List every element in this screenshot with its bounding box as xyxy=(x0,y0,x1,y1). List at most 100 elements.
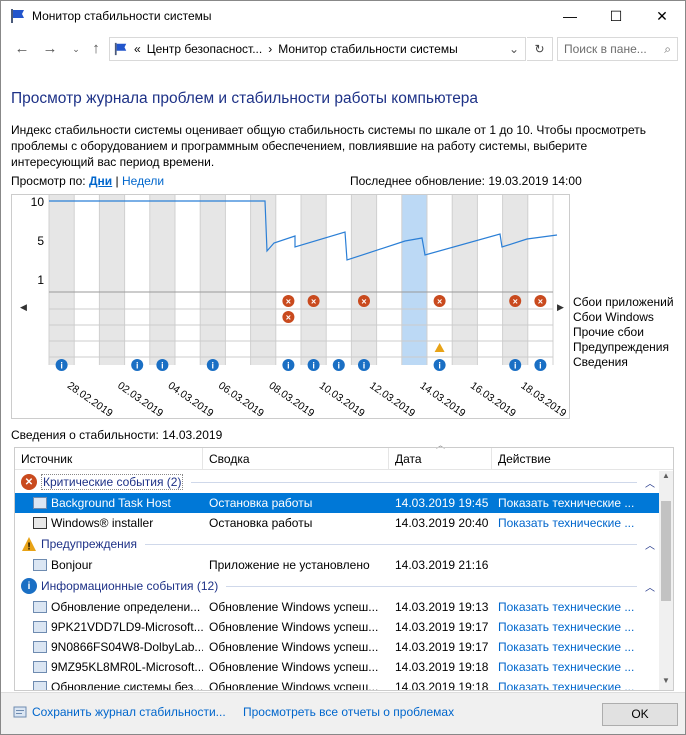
up-arrow-icon[interactable]: ↑ xyxy=(85,38,107,60)
chart-column xyxy=(225,195,251,365)
reliability-chart[interactable]: 10 5 1 × × × × × × × i i i i i i i i i i i 28.02.2019 02.03.20… xyxy=(11,194,570,420)
app-window-icon xyxy=(33,661,47,673)
column-action[interactable]: Действие xyxy=(492,448,673,470)
close-button[interactable]: ✕ xyxy=(639,1,685,31)
table-row[interactable]: Обновление системы без... Обновление Win… xyxy=(15,677,659,691)
app-window-icon xyxy=(33,681,47,690)
scroll-up-icon[interactable]: ▲ xyxy=(659,471,673,485)
row-summary: Остановка работы xyxy=(209,496,313,510)
critical-error-icon: ✕ xyxy=(21,474,37,490)
ok-button[interactable]: OK xyxy=(602,703,678,726)
scroll-thumb[interactable] xyxy=(661,501,671,601)
column-source[interactable]: Источник xyxy=(15,448,203,470)
minimize-button[interactable]: — xyxy=(547,1,593,31)
row-action-link[interactable]: Показать технические ... xyxy=(492,600,642,614)
chart-column xyxy=(376,195,402,365)
view-by-weeks-link[interactable]: Недели xyxy=(122,174,164,188)
group-warnings-label: Предупреждения xyxy=(41,537,137,551)
date-tick-label: 14.03.2019 xyxy=(418,380,468,418)
chart-svg[interactable]: 1051× × × × × ××i i i i i i i i i i i28.02.2019 02.03.20… xyxy=(12,195,569,420)
row-summary: Обновление Windows успеш... xyxy=(209,620,379,634)
row-summary: Остановка работы xyxy=(209,516,313,530)
breadcrumb-security-center[interactable]: Центр безопасност... xyxy=(147,42,263,56)
maximize-button[interactable]: ☐ xyxy=(593,1,639,31)
save-report-icon xyxy=(13,706,27,718)
group-warnings[interactable]: ! Предупреждения ︿ xyxy=(15,533,659,555)
app-window-icon xyxy=(33,601,47,613)
row-action-link[interactable]: Показать технические ... xyxy=(492,680,642,690)
scroll-down-icon[interactable]: ▼ xyxy=(659,676,673,690)
footer: Сохранить журнал стабильности... Просмот… xyxy=(1,692,685,734)
view-all-reports-link[interactable]: Просмотреть все отчеты о проблемах xyxy=(243,705,454,719)
date-tick-label: 02.03.2019 xyxy=(115,380,165,418)
title-bar: Монитор стабильности системы — ☐ ✕ xyxy=(1,1,685,32)
row-action-link[interactable]: Показать технические ... xyxy=(492,496,642,510)
save-history-link[interactable]: Сохранить журнал стабильности... xyxy=(32,705,226,719)
date-tick-label: 04.03.2019 xyxy=(166,380,216,418)
chart-column xyxy=(427,195,453,365)
error-icon-glyph: × xyxy=(513,297,518,307)
row-action-link[interactable]: Показать технические ... xyxy=(492,640,642,654)
table-row[interactable]: Обновление определени... Обновление Wind… xyxy=(15,597,659,617)
row-summary: Приложение не установлено xyxy=(209,558,370,572)
app-window-icon xyxy=(33,621,47,633)
app-window-icon xyxy=(33,559,47,571)
address-dropdown-icon[interactable]: ⌄ xyxy=(509,42,519,56)
address-bar[interactable]: « Центр безопасност... › Монитор стабиль… xyxy=(109,37,526,61)
date-tick-label: 16.03.2019 xyxy=(468,380,518,418)
info-icon-glyph: i xyxy=(514,361,517,371)
page-description: Индекс стабильности системы оценивает об… xyxy=(11,123,646,169)
window-title: Монитор стабильности системы xyxy=(32,9,212,23)
info-icon-glyph: i xyxy=(539,361,542,371)
row-action-link[interactable]: Показать технические ... xyxy=(492,516,642,530)
refresh-icon[interactable]: ↻ xyxy=(527,37,553,61)
breadcrumb-stability-monitor[interactable]: Монитор стабильности системы xyxy=(278,42,458,56)
collapse-chevron-icon[interactable]: ︿ xyxy=(645,537,655,552)
group-critical[interactable]: ✕ Критические события (2) ︿ xyxy=(15,471,659,493)
info-icon-glyph: i xyxy=(60,361,63,371)
collapse-chevron-icon[interactable]: ︿ xyxy=(645,475,655,490)
search-input[interactable]: Поиск в пане... ⌕ xyxy=(557,37,678,61)
table-row[interactable]: Windows® installer Остановка работы 14.0… xyxy=(15,513,659,533)
legend-app-failures: Сбои приложений xyxy=(573,295,674,309)
warning-icon: ! xyxy=(21,536,37,553)
row-date: 14.03.2019 21:16 xyxy=(395,558,489,572)
breadcrumb-chevron-icon[interactable]: › xyxy=(268,42,272,56)
vertical-scrollbar[interactable]: ▲ ▼ xyxy=(659,471,673,690)
date-tick-label: 06.03.2019 xyxy=(216,380,266,418)
details-table: Источник Сводка Дата Действие ✕ Критичес… xyxy=(14,447,674,691)
date-tick-label: 10.03.2019 xyxy=(317,380,367,418)
table-row[interactable]: 9MZ95KL8MR0L-Microsoft... Обновление Win… xyxy=(15,657,659,677)
row-source: Windows® installer xyxy=(51,516,154,530)
chart-column xyxy=(149,195,175,365)
row-date: 14.03.2019 19:45 xyxy=(395,496,489,510)
collapse-chevron-icon[interactable]: ︿ xyxy=(645,579,655,594)
column-summary[interactable]: Сводка xyxy=(203,448,389,470)
row-date: 14.03.2019 19:18 xyxy=(395,660,489,674)
row-source: Bonjour xyxy=(51,558,93,572)
chart-column xyxy=(99,195,125,365)
error-icon-glyph: × xyxy=(361,297,366,307)
info-icon-glyph: i xyxy=(338,361,341,371)
back-arrow-icon[interactable]: ← xyxy=(11,38,33,60)
error-icon-glyph: × xyxy=(311,297,316,307)
row-action-link[interactable]: Показать технические ... xyxy=(492,660,642,674)
table-row[interactable]: 9PK21VDD7LD9-Microsoft... Обновление Win… xyxy=(15,617,659,637)
row-date: 14.03.2019 20:40 xyxy=(395,516,489,530)
table-row[interactable]: 9N0866FS04W8-DolbyLab... Обновление Wind… xyxy=(15,637,659,657)
forward-arrow-icon[interactable]: → xyxy=(39,38,61,60)
table-row[interactable]: Bonjour Приложение не установлено 14.03.… xyxy=(15,555,659,575)
column-date[interactable]: Дата xyxy=(389,448,492,470)
y-tick-label: 5 xyxy=(37,234,44,248)
chart-column xyxy=(527,195,553,365)
navigation-bar: ← → ⌄ ↑ « Центр безопасност... › Монитор… xyxy=(1,32,685,66)
table-row[interactable]: Background Task Host Остановка работы 14… xyxy=(15,493,659,513)
row-action-link[interactable]: Показать технические ... xyxy=(492,620,642,634)
stability-monitor-window: Монитор стабильности системы — ☐ ✕ ← → ⌄… xyxy=(0,0,686,735)
group-info[interactable]: i Информационные события (12) ︿ xyxy=(15,575,659,597)
group-info-label: Информационные события (12) xyxy=(41,579,219,593)
view-by-days-link[interactable]: Дни xyxy=(89,174,112,188)
legend-info: Сведения xyxy=(573,355,628,369)
row-source: Обновление системы без... xyxy=(51,680,203,691)
recent-chevron-icon[interactable]: ⌄ xyxy=(65,38,87,60)
